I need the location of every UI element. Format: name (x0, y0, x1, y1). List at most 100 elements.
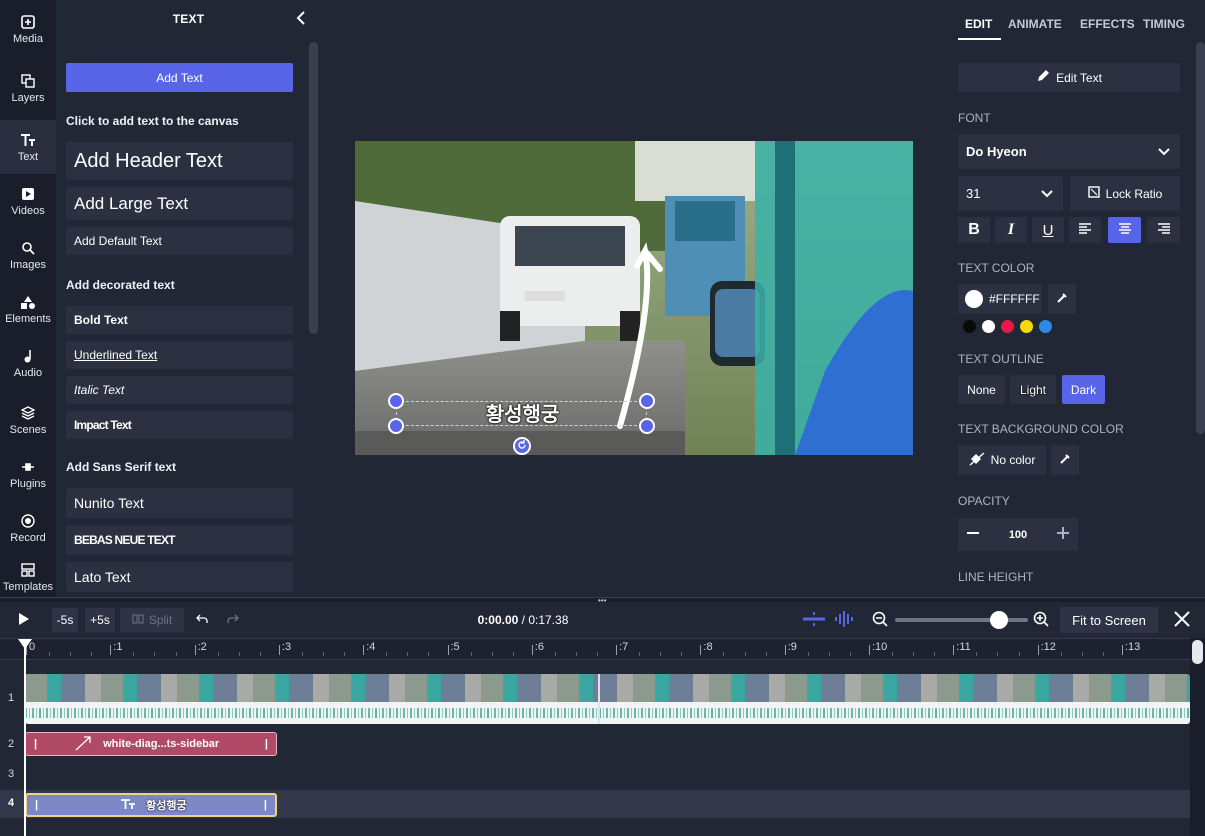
swatch-red[interactable] (1001, 320, 1014, 333)
zoom-in-icon (1033, 611, 1049, 630)
align-left-button[interactable] (1069, 217, 1101, 243)
ruler-tick-mark (363, 645, 365, 655)
nunito-text-button[interactable]: Nunito Text (66, 488, 293, 518)
plus-icon[interactable] (1056, 526, 1070, 543)
swatch-blue[interactable] (1039, 320, 1052, 333)
tab-animate[interactable]: ANIMATE (1008, 17, 1062, 31)
edit-text-button[interactable]: Edit Text (958, 63, 1180, 92)
bg-eyedropper-button[interactable] (1051, 445, 1079, 475)
outline-none-button[interactable]: None (958, 375, 1005, 404)
audio-wave-button[interactable] (832, 608, 856, 632)
play-button[interactable] (14, 608, 34, 632)
rail-templates[interactable]: Templates (0, 555, 56, 599)
arrow-element-clip[interactable]: | white-diag...ts-sidebar | (25, 732, 277, 756)
canvas-text[interactable]: 황성행궁 (397, 398, 648, 427)
ruler-minor-tick (491, 652, 493, 656)
trim-handle-right[interactable]: | (265, 738, 268, 750)
outline-light-button[interactable]: Light (1010, 375, 1056, 404)
bold-text-button[interactable]: Bold Text (66, 306, 293, 334)
time-ruler[interactable]: 0:1:2:3:4:5:6:7:8:9:10:11:12:13 (0, 638, 1205, 660)
outline-dark-button[interactable]: Dark (1062, 375, 1105, 404)
forward-5s-button[interactable]: +5s (85, 608, 115, 632)
fit-to-screen-button[interactable]: Fit to Screen (1060, 607, 1158, 633)
swatch-white[interactable] (982, 320, 995, 333)
italic-button[interactable]: I (995, 217, 1027, 243)
opacity-stepper[interactable]: 100 (958, 518, 1078, 551)
trim-handle-right[interactable]: | (264, 799, 267, 811)
rotate-handle[interactable] (513, 437, 531, 455)
trim-handle-left[interactable]: | (35, 799, 38, 811)
rail-plugins[interactable]: Plugins (0, 447, 56, 501)
snap-button[interactable] (800, 608, 828, 632)
split-button[interactable]: Split (120, 608, 184, 632)
underlined-text-button[interactable]: Underlined Text (66, 341, 293, 369)
no-color-button[interactable]: No color (958, 445, 1046, 475)
text-element-clip[interactable]: | 황성행궁 | (25, 793, 277, 817)
eyedropper-button[interactable] (1048, 284, 1076, 314)
rail-label: Text (17, 150, 39, 163)
undo-button[interactable] (192, 608, 212, 632)
font-size-value: 31 (966, 186, 981, 201)
rail-elements[interactable]: Elements (0, 282, 56, 336)
playhead[interactable] (18, 639, 32, 836)
zoom-slider-knob[interactable] (989, 611, 1008, 629)
rail-layers[interactable]: Layers (0, 61, 56, 115)
collapse-panel-button[interactable] (294, 9, 308, 27)
rail-text[interactable]: Text (0, 120, 56, 174)
add-default-text-button[interactable]: Add Default Text (66, 227, 293, 255)
redo-button[interactable] (223, 608, 243, 632)
rail-videos[interactable]: Videos (0, 174, 56, 228)
add-text-button[interactable]: Add Text (66, 63, 293, 92)
align-center-button[interactable] (1108, 217, 1141, 243)
timeline-scroll-thumb[interactable] (1192, 640, 1203, 664)
rewind-5s-button[interactable]: -5s (52, 608, 78, 632)
resize-handle-tr[interactable] (639, 393, 655, 409)
zoom-in-button[interactable] (1031, 608, 1051, 632)
resize-handle-bl[interactable] (388, 418, 404, 434)
underline-button[interactable]: U (1032, 217, 1064, 243)
tab-effects[interactable]: EFFECTS (1080, 17, 1135, 31)
tab-edit[interactable]: EDIT (965, 17, 992, 31)
playhead-handle[interactable] (18, 639, 32, 649)
zoom-out-button[interactable] (870, 608, 890, 632)
resize-handle-br[interactable] (639, 418, 655, 434)
font-size-select[interactable]: 31 (958, 176, 1063, 211)
bold-button[interactable]: B (958, 217, 990, 243)
ruler-minor-tick (828, 652, 830, 656)
rail-audio[interactable]: Audio (0, 336, 56, 390)
tab-timing[interactable]: TIMING (1143, 17, 1185, 31)
lock-ratio-button[interactable]: Lock Ratio (1070, 176, 1180, 211)
minus-icon[interactable] (966, 526, 980, 543)
ruler-tick-label: :8 (703, 641, 713, 653)
panel-scrollbar[interactable] (309, 42, 318, 334)
italic-text-button[interactable]: Italic Text (66, 376, 293, 404)
add-large-text-button[interactable]: Add Large Text (66, 187, 293, 220)
ruler-tick-label: :11 (956, 641, 971, 653)
text-color-picker[interactable]: #FFFFFF (958, 284, 1042, 314)
ruler-tick-mark (447, 645, 449, 655)
bebas-text-button[interactable]: BEBAS NEUE TEXT (66, 525, 293, 555)
properties-scrollbar[interactable] (1196, 42, 1205, 434)
impact-text-button[interactable]: Impact Text (66, 411, 293, 439)
ruler-minor-tick (849, 652, 851, 656)
font-select[interactable]: Do Hyeon (958, 134, 1180, 169)
lato-text-button[interactable]: Lato Text (66, 562, 293, 592)
lock-ratio-icon (1087, 186, 1100, 201)
video-clip[interactable] (25, 674, 1190, 724)
text-selection-box[interactable]: 황성행궁 (396, 401, 647, 426)
swatch-yellow[interactable] (1020, 320, 1033, 333)
rail-media[interactable]: Media (0, 2, 56, 56)
ruler-minor-tick (259, 652, 261, 656)
align-right-button[interactable] (1147, 217, 1180, 243)
timeline-scrollbar[interactable] (1190, 638, 1205, 836)
video-preview[interactable]: 황성행궁 (355, 141, 913, 455)
close-timeline-button[interactable] (1170, 608, 1194, 632)
trim-handle-left[interactable]: | (34, 738, 37, 750)
add-header-text-button[interactable]: Add Header Text (66, 142, 293, 180)
resize-handle-tl[interactable] (388, 393, 404, 409)
rail-scenes[interactable]: Scenes (0, 393, 56, 447)
swatch-black[interactable] (963, 320, 976, 333)
zoom-slider[interactable] (895, 611, 1028, 629)
rail-record[interactable]: Record (0, 501, 56, 555)
rail-images[interactable]: Images (0, 228, 56, 282)
